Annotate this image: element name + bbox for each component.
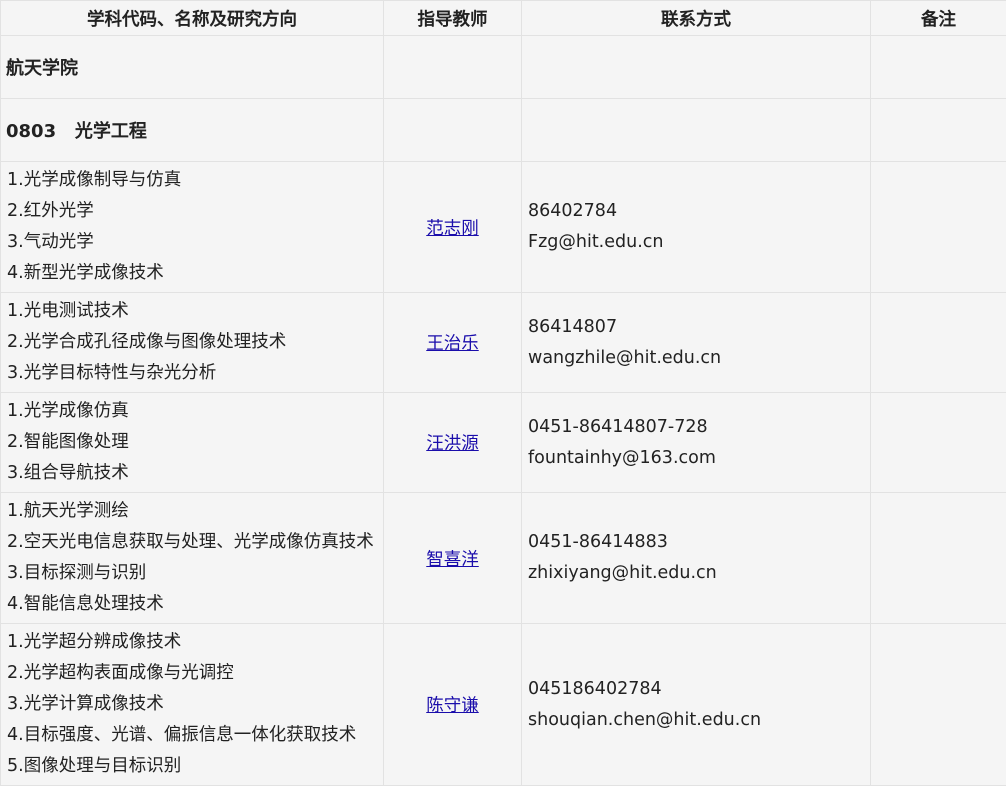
contact-cell: 0451-86414807-728fountainhy@163.com [522, 393, 871, 493]
header-discipline: 学科代码、名称及研究方向 [1, 1, 384, 36]
research-direction-item: 2.智能图像处理 [7, 427, 377, 458]
empty-cell [522, 36, 871, 99]
empty-cell [384, 99, 522, 162]
advisor-cell: 范志刚 [384, 162, 522, 293]
contact-email: Fzg@hit.edu.cn [528, 227, 864, 258]
school-row: 航天学院 [1, 36, 1006, 99]
empty-cell [384, 36, 522, 99]
contact-phone: 045186402784 [528, 674, 864, 705]
research-direction-item: 2.红外光学 [7, 196, 377, 227]
research-direction-item: 3.组合导航技术 [7, 458, 377, 489]
contact-email: zhixiyang@hit.edu.cn [528, 558, 864, 589]
empty-cell [522, 99, 871, 162]
discipline-row: 0803 光学工程 [1, 99, 1006, 162]
research-direction-item: 3.目标探测与识别 [7, 558, 377, 589]
contact-phone: 86414807 [528, 312, 864, 343]
advisor-cell: 智喜洋 [384, 493, 522, 624]
header-advisor: 指导教师 [384, 1, 522, 36]
contact-cell: 86402784Fzg@hit.edu.cn [522, 162, 871, 293]
research-direction-item: 1.光电测试技术 [7, 296, 377, 327]
research-direction-item: 3.气动光学 [7, 227, 377, 258]
advisor-table: 学科代码、名称及研究方向 指导教师 联系方式 备注 航天学院 0803 光学工程… [0, 0, 1006, 786]
research-direction-item: 2.空天光电信息获取与处理、光学成像仿真技术 [7, 527, 377, 558]
discipline-name: 0803 光学工程 [1, 99, 384, 162]
research-direction-item: 2.光学超构表面成像与光调控 [7, 658, 377, 689]
research-directions: 1.光学超分辨成像技术2.光学超构表面成像与光调控3.光学计算成像技术4.目标强… [1, 624, 384, 786]
advisor-cell: 陈守谦 [384, 624, 522, 786]
table-row: 1.光学超分辨成像技术2.光学超构表面成像与光调控3.光学计算成像技术4.目标强… [1, 624, 1006, 786]
table-row: 1.航天光学测绘2.空天光电信息获取与处理、光学成像仿真技术3.目标探测与识别4… [1, 493, 1006, 624]
research-direction-item: 1.光学成像仿真 [7, 396, 377, 427]
note-cell [871, 293, 1006, 393]
contact-cell: 045186402784shouqian.chen@hit.edu.cn [522, 624, 871, 786]
research-direction-item: 4.智能信息处理技术 [7, 589, 377, 620]
header-note: 备注 [871, 1, 1006, 36]
header-row: 学科代码、名称及研究方向 指导教师 联系方式 备注 [1, 1, 1006, 36]
research-direction-item: 3.光学目标特性与杂光分析 [7, 358, 377, 389]
empty-cell [871, 99, 1006, 162]
research-direction-item: 4.新型光学成像技术 [7, 258, 377, 289]
contact-email: shouqian.chen@hit.edu.cn [528, 705, 864, 736]
research-direction-item: 1.光学超分辨成像技术 [7, 627, 377, 658]
table-row: 1.光学成像制导与仿真2.红外光学3.气动光学4.新型光学成像技术 范志刚 8640… [1, 162, 1006, 293]
note-cell [871, 624, 1006, 786]
advisor-link[interactable]: 智喜洋 [426, 550, 479, 570]
note-cell [871, 393, 1006, 493]
research-directions: 1.航天光学测绘2.空天光电信息获取与处理、光学成像仿真技术3.目标探测与识别4… [1, 493, 384, 624]
advisor-link[interactable]: 王治乐 [426, 334, 479, 354]
contact-cell: 0451-86414883zhixiyang@hit.edu.cn [522, 493, 871, 624]
advisor-link[interactable]: 陈守谦 [426, 696, 479, 716]
research-direction-item: 1.光学成像制导与仿真 [7, 165, 377, 196]
research-directions: 1.光电测试技术2.光学合成孔径成像与图像处理技术3.光学目标特性与杂光分析 [1, 293, 384, 393]
advisor-cell: 汪洪源 [384, 393, 522, 493]
note-cell [871, 493, 1006, 624]
contact-cell: 86414807wangzhile@hit.edu.cn [522, 293, 871, 393]
contact-phone: 0451-86414883 [528, 527, 864, 558]
table-row: 1.光学成像仿真2.智能图像处理3.组合导航技术 汪洪源 0451-86414807… [1, 393, 1006, 493]
contact-email: wangzhile@hit.edu.cn [528, 343, 864, 374]
header-contact: 联系方式 [522, 1, 871, 36]
contact-email: fountainhy@163.com [528, 443, 864, 474]
research-directions: 1.光学成像制导与仿真2.红外光学3.气动光学4.新型光学成像技术 [1, 162, 384, 293]
research-directions: 1.光学成像仿真2.智能图像处理3.组合导航技术 [1, 393, 384, 493]
table-row: 1.光电测试技术2.光学合成孔径成像与图像处理技术3.光学目标特性与杂光分析 王治… [1, 293, 1006, 393]
note-cell [871, 162, 1006, 293]
research-direction-item: 4.目标强度、光谱、偏振信息一体化获取技术 [7, 720, 377, 751]
contact-phone: 86402784 [528, 196, 864, 227]
research-direction-item: 1.航天光学测绘 [7, 496, 377, 527]
research-direction-item: 5.图像处理与目标识别 [7, 751, 377, 782]
contact-phone: 0451-86414807-728 [528, 412, 864, 443]
research-direction-item: 2.光学合成孔径成像与图像处理技术 [7, 327, 377, 358]
empty-cell [871, 36, 1006, 99]
advisor-link[interactable]: 汪洪源 [426, 434, 479, 454]
research-direction-item: 3.光学计算成像技术 [7, 689, 377, 720]
school-name: 航天学院 [1, 36, 384, 99]
advisor-cell: 王治乐 [384, 293, 522, 393]
advisor-link[interactable]: 范志刚 [426, 219, 479, 239]
